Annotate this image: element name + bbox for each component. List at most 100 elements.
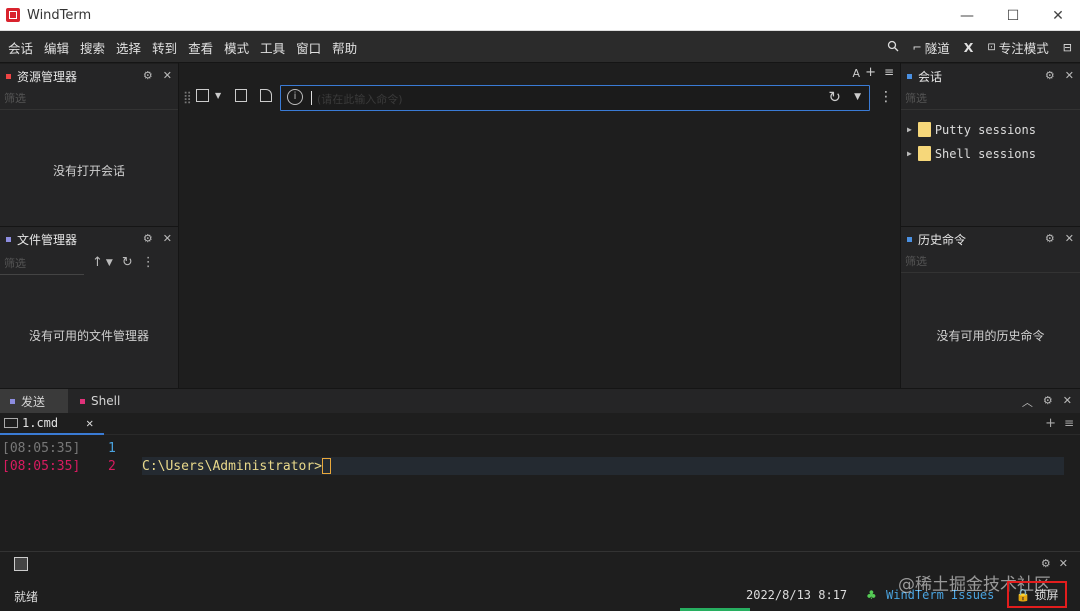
lock-label: 锁屏 <box>1034 588 1059 602</box>
menu-goto[interactable]: 转到 <box>152 38 181 57</box>
window-title: WindTerm <box>27 8 92 23</box>
dropdown-icon[interactable]: ▼ <box>215 91 221 100</box>
terminal-subtab-bar: 1.cmd ✕ + ≡ <box>0 413 1080 435</box>
menu-search[interactable]: 搜索 <box>80 38 109 57</box>
info-icon[interactable]: i <box>287 89 303 105</box>
gear-icon[interactable]: ⚙ <box>143 232 153 245</box>
file-manager-title: 文件管理器 <box>17 232 78 247</box>
more-icon[interactable]: ⋮ <box>879 89 893 105</box>
file-manager-dot-icon <box>6 236 11 242</box>
menu-help[interactable]: 帮助 <box>332 38 361 57</box>
refresh-icon[interactable]: ↻ <box>122 255 133 270</box>
explorer-filter-input[interactable]: 筛选 <box>0 88 178 110</box>
add-icon[interactable]: + <box>865 65 876 80</box>
focus-icon: ⊡ <box>987 41 996 53</box>
drag-handle-icon[interactable]: ⣿ <box>183 90 192 104</box>
tunnel-label: 隧道 <box>924 40 950 56</box>
session-folder-label: Putty sessions <box>934 122 1036 137</box>
line-number: 2 <box>108 458 116 474</box>
file-filter-input[interactable]: 筛选 <box>0 253 84 275</box>
font-toggle-button[interactable]: A <box>852 67 860 80</box>
tunnel-button[interactable]: ⌐ 隧道 <box>913 38 950 57</box>
close-icon[interactable]: ✕ <box>163 232 172 245</box>
tab-cmd-label: 1.cmd <box>22 416 59 430</box>
new-tab-icon[interactable] <box>196 89 209 102</box>
up-arrow-icon[interactable]: ↑ <box>92 255 103 270</box>
gear-icon[interactable]: ⚙ <box>143 69 153 82</box>
menu-bar: 会话 编辑 搜索 选择 转到 查看 模式 工具 窗口 帮助 ⌐ 隧道 X ⊡ 专… <box>0 31 1080 63</box>
search-icon[interactable] <box>887 40 899 55</box>
editor-area: A + ≡ ⣿ ▼ i (请在此输入命令) ↻ ▼ ⋮ <box>179 63 900 388</box>
chevron-right-icon: ▶ <box>907 125 912 134</box>
close-icon[interactable]: ✕ <box>86 416 93 430</box>
status-tools: ⚙ ✕ <box>1041 557 1068 570</box>
menu-icon[interactable]: ≡ <box>1064 416 1074 430</box>
chevron-up-icon[interactable]: ︿ <box>1022 394 1033 410</box>
send-dot-icon <box>10 398 15 404</box>
session-folder-shell[interactable]: ▶ Shell sessions <box>907 146 1036 161</box>
duplicate-tab-icon[interactable] <box>260 89 272 102</box>
menu-tools[interactable]: 工具 <box>260 38 289 57</box>
tab-shell[interactable]: Shell <box>70 389 130 413</box>
gear-icon[interactable]: ⚙ <box>1045 69 1055 82</box>
tab-cmd[interactable]: 1.cmd ✕ <box>0 413 104 435</box>
lock-icon: 🔒 <box>1015 587 1031 602</box>
close-icon[interactable]: ✕ <box>1065 69 1074 82</box>
refresh-icon[interactable]: ↻ <box>828 88 841 106</box>
explorer-dot-icon <box>6 73 11 79</box>
close-icon[interactable]: ✕ <box>1063 394 1072 410</box>
menu-select[interactable]: 选择 <box>116 38 145 57</box>
layout-icon[interactable]: ⊟ <box>1063 41 1072 54</box>
chevron-down-icon[interactable]: ▼ <box>854 92 861 102</box>
caret <box>311 91 312 105</box>
close-icon[interactable]: ✕ <box>163 69 172 82</box>
left-splitter[interactable] <box>0 226 178 227</box>
menu-window[interactable]: 窗口 <box>296 38 325 57</box>
folder-icon <box>917 146 931 161</box>
dropdown-icon[interactable]: ▼ <box>106 258 113 270</box>
close-button[interactable]: ✕ <box>1035 0 1080 31</box>
menu-mode[interactable]: 模式 <box>224 38 253 57</box>
gear-icon[interactable]: ⚙ <box>1043 394 1053 410</box>
folder-icon <box>917 122 931 137</box>
file-toolbar: ↑ ▼ ↻ ⋮ <box>92 255 155 270</box>
lock-screen-button[interactable]: 🔒 锁屏 <box>1007 581 1067 608</box>
sessions-filter-input[interactable]: 筛选 <box>901 88 1080 110</box>
maximize-button[interactable]: ☐ <box>990 0 1036 31</box>
menu-edit[interactable]: 编辑 <box>44 38 73 57</box>
explorer-panel: 资源管理器 ⚙ ✕ 筛选 没有打开会话 <box>0 64 178 226</box>
add-icon[interactable]: + <box>1045 416 1056 431</box>
line-time: [08:05:35] <box>2 440 81 456</box>
minimize-button[interactable]: — <box>944 0 990 31</box>
explorer-tools: ⚙ ✕ <box>143 69 172 82</box>
bottom-tab-bar: 发送 Shell ︿ ⚙ ✕ <box>0 389 1080 413</box>
file-manager-panel: 文件管理器 ⚙ ✕ 筛选 ↑ ▼ ↻ ⋮ 没有可用的文件管理器 <box>0 227 178 388</box>
close-icon[interactable]: ✕ <box>1065 232 1074 245</box>
terminal-input-line[interactable]: C:\Users\Administrator> <box>142 457 1064 475</box>
tab-shell-label: Shell <box>91 394 121 408</box>
x-button[interactable]: X <box>964 40 974 55</box>
sessions-title: 会话 <box>918 69 943 84</box>
gear-icon[interactable]: ⚙ <box>1045 232 1055 245</box>
shell-dot-icon <box>80 398 85 404</box>
line-number: 1 <box>108 440 116 456</box>
menu-items: 会话 编辑 搜索 选择 转到 查看 模式 工具 窗口 帮助 <box>8 31 368 63</box>
gear-icon[interactable]: ⚙ <box>1041 557 1051 570</box>
prompt-text: C:\Users\Administrator> <box>142 458 323 474</box>
command-address-bar[interactable]: i (请在此输入命令) ↻ ▼ <box>280 85 870 111</box>
close-icon[interactable]: ✕ <box>1059 557 1068 570</box>
panel-toggle-icon[interactable] <box>14 557 28 571</box>
title-bar: WindTerm — ☐ ✕ <box>0 0 1080 31</box>
history-filter-input[interactable]: 筛选 <box>901 251 1080 273</box>
close-tab-icon[interactable] <box>235 89 247 102</box>
terminal-area: 发送 Shell ︿ ⚙ ✕ 1.cmd ✕ + ≡ [08:05:35] 1 … <box>0 389 1080 551</box>
tab-send[interactable]: 发送 <box>0 389 68 413</box>
history-empty-text: 没有可用的历史命令 <box>936 329 1045 343</box>
explorer-empty-text: 没有打开会话 <box>52 164 125 178</box>
menu-view[interactable]: 查看 <box>188 38 217 57</box>
more-icon[interactable]: ⋮ <box>142 255 155 270</box>
menu-session[interactable]: 会话 <box>8 38 37 57</box>
focus-mode-button[interactable]: ⊡ 专注模式 <box>987 38 1048 57</box>
menu-icon[interactable]: ≡ <box>884 65 894 79</box>
session-folder-putty[interactable]: ▶ Putty sessions <box>907 122 1036 137</box>
